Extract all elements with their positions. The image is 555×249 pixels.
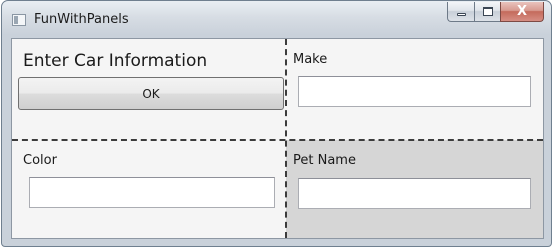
car-info-panel: Enter Car Information OK (12, 39, 286, 140)
car-info-header: Enter Car Information (23, 51, 208, 71)
color-label: Color (23, 153, 57, 168)
make-panel: Make (286, 39, 543, 140)
panel-grid: Enter Car Information OK Make Color Pet … (11, 38, 544, 239)
pet-name-field[interactable] (298, 178, 531, 209)
caption-buttons: X (447, 2, 544, 22)
horizontal-splitter (12, 139, 543, 141)
ok-button[interactable]: OK (18, 77, 284, 110)
color-field[interactable] (29, 177, 275, 208)
close-icon: X (516, 4, 528, 19)
app-icon[interactable] (12, 14, 26, 26)
make-field[interactable] (298, 76, 531, 107)
minimize-icon (456, 13, 466, 16)
color-panel: Color (12, 140, 286, 238)
pet-name-panel: Pet Name (286, 140, 543, 238)
pet-name-label: Pet Name (293, 153, 356, 168)
title-bar[interactable]: FunWithPanels X (2, 1, 551, 38)
app-window: FunWithPanels X Enter Car Information OK… (1, 0, 552, 247)
window-title: FunWithPanels (34, 12, 129, 27)
make-label: Make (293, 52, 328, 67)
maximize-icon (482, 7, 493, 16)
minimize-button[interactable] (447, 2, 474, 22)
close-button[interactable]: X (500, 2, 544, 22)
maximize-button[interactable] (474, 2, 500, 22)
